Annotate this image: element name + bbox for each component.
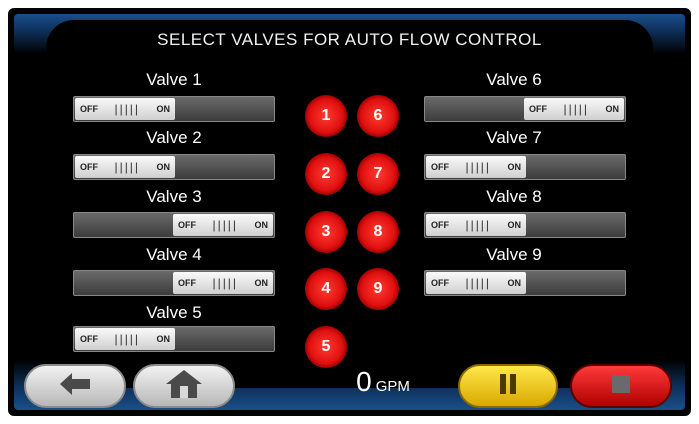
- toggle-knob: OFF ||||| ON: [524, 98, 624, 120]
- toggle-knob: OFF ||||| ON: [173, 214, 273, 236]
- valve-8-label: Valve 8: [486, 187, 542, 206]
- valve-2-toggle[interactable]: OFF ||||| ON: [73, 154, 275, 180]
- valve-button-9[interactable]: 9: [357, 268, 399, 310]
- toggle-knob: OFF ||||| ON: [173, 272, 273, 294]
- toggle-knob: OFF ||||| ON: [426, 214, 526, 236]
- stop-icon: [612, 374, 630, 398]
- valve-2-label: Valve 2: [146, 128, 202, 147]
- pause-icon: [500, 373, 516, 399]
- valve-7-toggle[interactable]: OFF ||||| ON: [424, 154, 626, 180]
- valve-button-6[interactable]: 6: [357, 95, 399, 137]
- toggle-knob: OFF ||||| ON: [75, 328, 175, 350]
- toggle-knob: OFF ||||| ON: [426, 272, 526, 294]
- valve-3-toggle[interactable]: OFF ||||| ON: [73, 212, 275, 238]
- valve-4-toggle[interactable]: OFF ||||| ON: [73, 270, 275, 296]
- valve-3-label: Valve 3: [146, 187, 202, 206]
- valve-button-1[interactable]: 1: [305, 95, 347, 137]
- flow-unit: GPM: [375, 378, 410, 395]
- toggle-knob: OFF ||||| ON: [426, 156, 526, 178]
- home-icon: [166, 369, 202, 403]
- valve-7-label: Valve 7: [486, 128, 542, 147]
- valve-button-8[interactable]: 8: [357, 211, 399, 253]
- valve-button-5[interactable]: 5: [305, 326, 347, 368]
- left-arrow-icon: [60, 372, 90, 400]
- valve-button-3[interactable]: 3: [305, 211, 347, 253]
- stop-button[interactable]: [570, 364, 672, 408]
- valve-5-label: Valve 5: [146, 303, 202, 322]
- valve-button-4[interactable]: 4: [305, 268, 347, 310]
- valve-8-toggle[interactable]: OFF ||||| ON: [424, 212, 626, 238]
- valve-button-7[interactable]: 7: [357, 153, 399, 195]
- valve-6-toggle[interactable]: OFF ||||| ON: [424, 96, 626, 122]
- pause-button[interactable]: [458, 364, 558, 408]
- valve-5-toggle[interactable]: OFF ||||| ON: [73, 326, 275, 352]
- back-button[interactable]: [24, 364, 126, 408]
- valve-1-toggle[interactable]: OFF ||||| ON: [73, 96, 275, 122]
- flow-readout: 0 GPM: [338, 366, 428, 398]
- valve-9-toggle[interactable]: OFF ||||| ON: [424, 270, 626, 296]
- home-button[interactable]: [133, 364, 235, 408]
- valve-button-2[interactable]: 2: [305, 153, 347, 195]
- toggle-knob: OFF ||||| ON: [75, 98, 175, 120]
- valve-6-label: Valve 6: [486, 70, 542, 89]
- valve-9-label: Valve 9: [486, 245, 542, 264]
- toggle-knob: OFF ||||| ON: [75, 156, 175, 178]
- screen-title: SELECT VALVES FOR AUTO FLOW CONTROL: [157, 30, 542, 49]
- valve-4-label: Valve 4: [146, 245, 202, 264]
- valve-1-label: Valve 1: [146, 70, 202, 89]
- flow-value: 0: [356, 366, 372, 397]
